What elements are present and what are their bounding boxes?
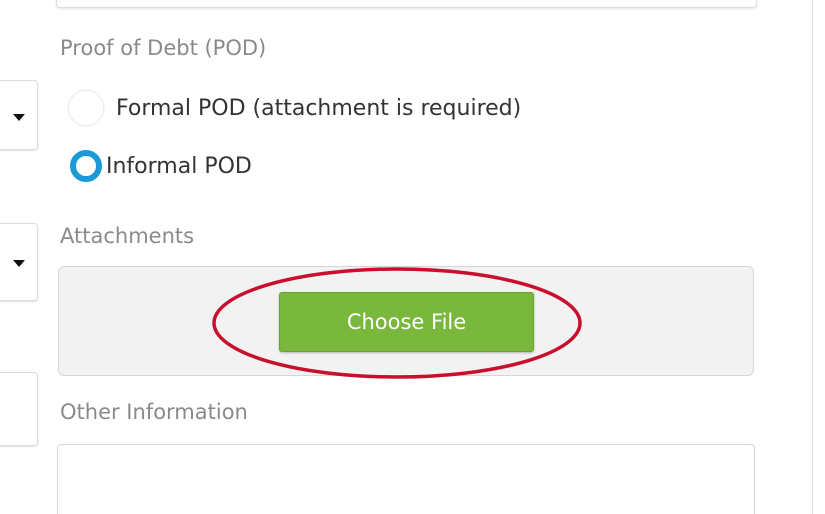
choose-file-button[interactable]: Choose File xyxy=(279,292,534,352)
caret-down-icon xyxy=(13,114,25,121)
other-information-textarea[interactable] xyxy=(57,444,755,514)
radio-option-informal-pod[interactable]: Informal POD xyxy=(68,146,252,186)
pod-section-label: Proof of Debt (POD) xyxy=(60,36,267,60)
panel-divider xyxy=(812,0,813,514)
radio-button-informal-pod[interactable] xyxy=(70,150,102,182)
partial-left-field-3[interactable] xyxy=(0,372,38,446)
highlight-annotation-ellipse xyxy=(212,267,582,379)
radio-option-formal-pod[interactable]: Formal POD (attachment is required) xyxy=(68,88,521,128)
other-information-label: Other Information xyxy=(60,400,248,424)
attachments-label: Attachments xyxy=(60,224,195,248)
caret-down-icon xyxy=(13,260,25,267)
radio-button-formal-pod[interactable] xyxy=(68,90,104,126)
partial-left-dropdown-1[interactable] xyxy=(0,80,38,150)
partial-top-field[interactable] xyxy=(56,0,757,8)
pod-form-page: Proof of Debt (POD) Formal POD (attachme… xyxy=(0,0,825,514)
radio-label-formal-pod: Formal POD (attachment is required) xyxy=(116,95,522,121)
radio-label-informal-pod: Informal POD xyxy=(106,153,252,179)
partial-left-dropdown-2[interactable] xyxy=(0,223,38,301)
